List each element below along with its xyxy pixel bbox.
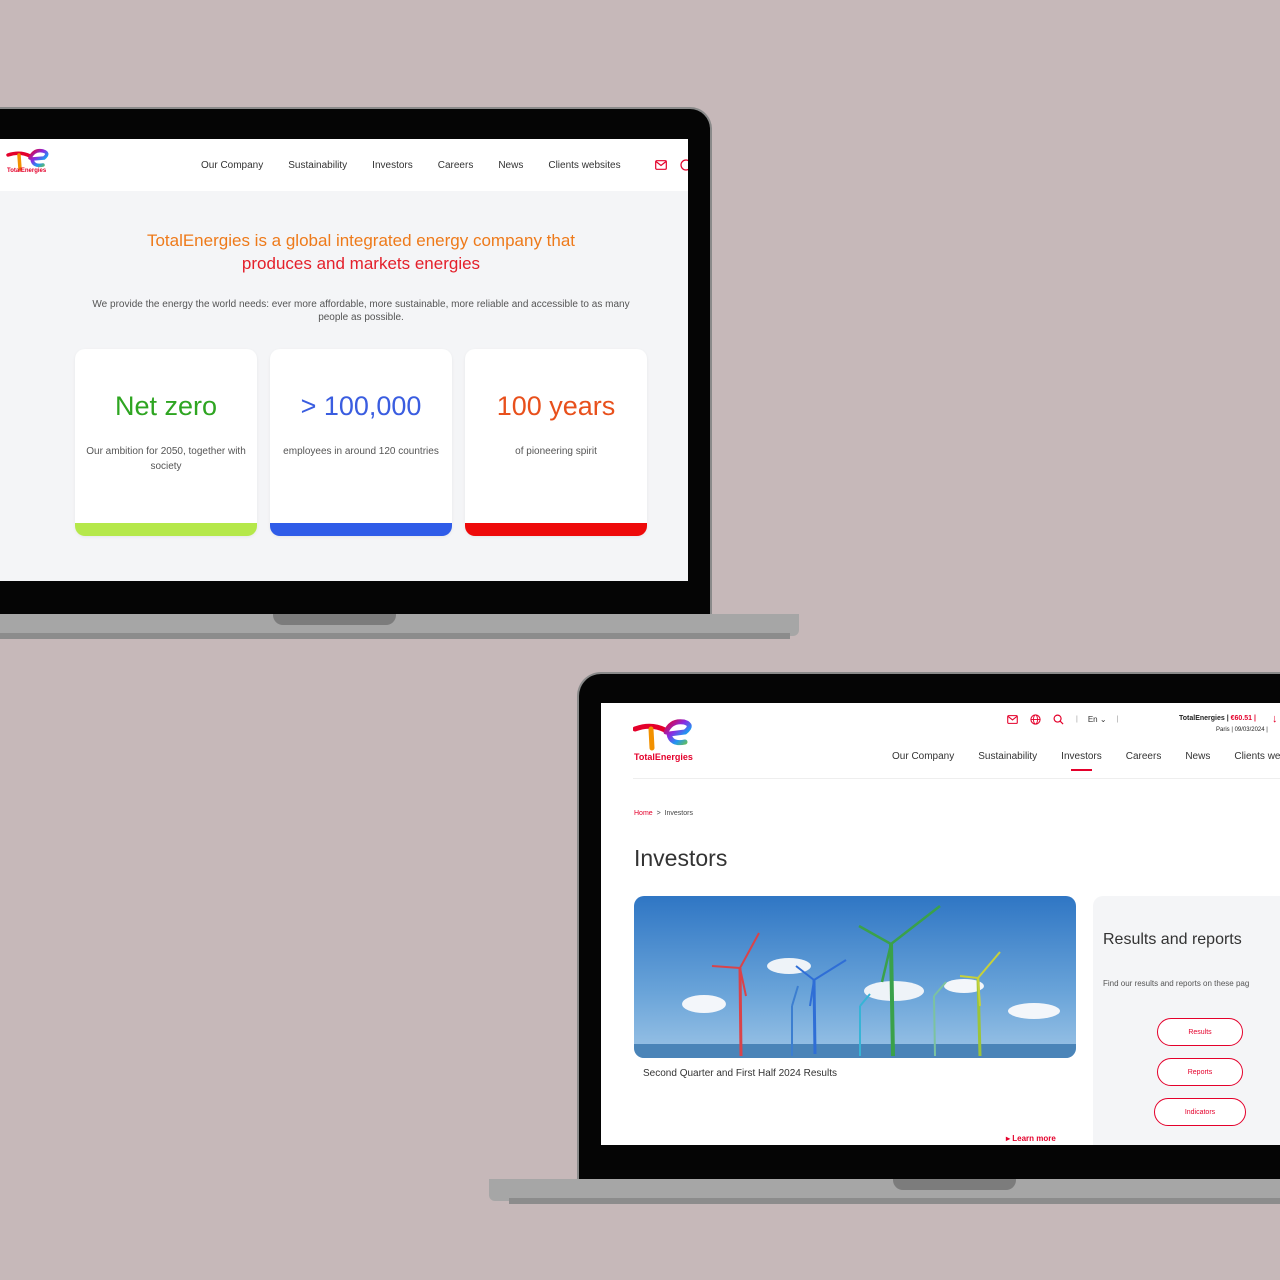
laptop-notch — [273, 614, 396, 625]
investors-screen: TotalEnergies | En ⌄ | TotalEnergies | €… — [601, 703, 1280, 1145]
nav-news[interactable]: News — [498, 160, 523, 171]
stock-price: €60.51 | — [1230, 715, 1256, 722]
laptop-base-shadow — [509, 1198, 1280, 1204]
stat-description: employees in around 120 countries — [283, 446, 439, 457]
stat-card-net-zero[interactable]: Net zero Our ambition for 2050, together… — [75, 349, 257, 536]
stat-value: Net zero — [114, 391, 218, 421]
nav-investors[interactable]: Investors — [372, 160, 413, 171]
panel-subtitle: Find our results and reports on these pa… — [1103, 979, 1250, 988]
play-arrow-icon: ▸ — [1006, 1134, 1011, 1143]
wind-turbines-illustration — [634, 896, 1076, 1058]
breadcrumb: Home > Investors — [634, 810, 693, 817]
search-icon[interactable] — [1053, 714, 1064, 725]
main-nav: Our Company Sustainability Investors Car… — [201, 160, 646, 171]
hero-headline-line1: TotalEnergies is a global integrated ene… — [146, 231, 576, 250]
separator: | — [1076, 715, 1078, 723]
mail-icon[interactable] — [655, 160, 667, 170]
hero-headline-line2: produces and markets energies — [241, 254, 481, 273]
stock-place-date: Paris | 09/03/2024 | — [1216, 727, 1268, 733]
nav-careers[interactable]: Careers — [438, 160, 474, 171]
indicators-button[interactable]: Indicators — [1154, 1098, 1246, 1126]
results-button[interactable]: Results — [1157, 1018, 1243, 1046]
stat-card-accent-bar — [75, 523, 257, 536]
globe-icon[interactable] — [680, 159, 688, 171]
nav-sustainability[interactable]: Sustainability — [978, 751, 1037, 762]
nav-news[interactable]: News — [1185, 751, 1210, 762]
nav-clients-websites[interactable]: Clients websites — [548, 160, 620, 171]
stat-value: > 100,000 — [300, 391, 422, 421]
results-reports-panel: Results and reports Find our results and… — [1093, 896, 1280, 1145]
totalenergies-logo[interactable] — [633, 717, 699, 753]
logo-text: TotalEnergies — [634, 752, 693, 762]
stock-name: TotalEnergies | — [1179, 715, 1229, 722]
nav-investors[interactable]: Investors — [1061, 751, 1102, 771]
nav-our-company[interactable]: Our Company — [201, 160, 263, 171]
stat-card-years[interactable]: 100 years of pioneering spirit — [465, 349, 647, 536]
hero-headline: TotalEnergies is a global integrated ene… — [80, 229, 642, 275]
stat-card-employees[interactable]: > 100,000 employees in around 120 countr… — [270, 349, 452, 536]
stat-description: Our ambition for 2050, together with soc… — [86, 446, 246, 472]
laptop-notch — [893, 1179, 1016, 1190]
stat-value: 100 years — [496, 391, 616, 421]
nav-divider — [633, 778, 1280, 779]
mail-icon[interactable] — [1007, 714, 1018, 724]
chevron-down-icon: ⌄ — [1099, 714, 1107, 724]
separator: | — [1116, 715, 1119, 723]
homepage-screen: TotalEnergies Our Company Sustainability… — [0, 139, 688, 581]
feature-image-wind-turbines[interactable] — [634, 896, 1076, 1058]
panel-title: Results and reports — [1103, 931, 1242, 948]
page-title: Investors — [634, 845, 728, 871]
breadcrumb-home[interactable]: Home — [634, 810, 653, 817]
main-nav: Our Company Sustainability Investors Car… — [892, 751, 1280, 771]
nav-our-company[interactable]: Our Company — [892, 751, 954, 762]
breadcrumb-current: Investors — [664, 810, 693, 817]
stat-card-accent-bar — [270, 523, 452, 536]
stat-card-accent-bar — [465, 523, 647, 536]
site-header: TotalEnergies Our Company Sustainability… — [0, 139, 688, 191]
learn-more-link[interactable]: ▸ Learn more — [1006, 1134, 1056, 1143]
utility-bar: | En ⌄ | — [1007, 712, 1128, 726]
nav-clients-websites[interactable]: Clients we — [1234, 751, 1280, 762]
hero-subtitle: We provide the energy the world needs: e… — [92, 299, 630, 323]
reports-button[interactable]: Reports — [1157, 1058, 1243, 1086]
language-label: En — [1087, 714, 1098, 724]
stock-ticker: TotalEnergies | €60.51 | — [1179, 715, 1256, 722]
language-selector[interactable]: En ⌄ — [1088, 715, 1107, 724]
learn-more-label: Learn more — [1012, 1134, 1056, 1143]
stat-description: of pioneering spirit — [515, 446, 597, 457]
globe-icon[interactable] — [1030, 713, 1041, 725]
nav-sustainability[interactable]: Sustainability — [288, 160, 347, 171]
nav-careers[interactable]: Careers — [1126, 751, 1162, 762]
laptop-base-shadow — [0, 633, 790, 639]
breadcrumb-separator: > — [656, 810, 661, 817]
feature-caption[interactable]: Second Quarter and First Half 2024 Resul… — [643, 1068, 837, 1079]
logo-text: TotalEnergies — [7, 168, 47, 174]
arrow-down-icon: ↓ — [1272, 713, 1278, 725]
